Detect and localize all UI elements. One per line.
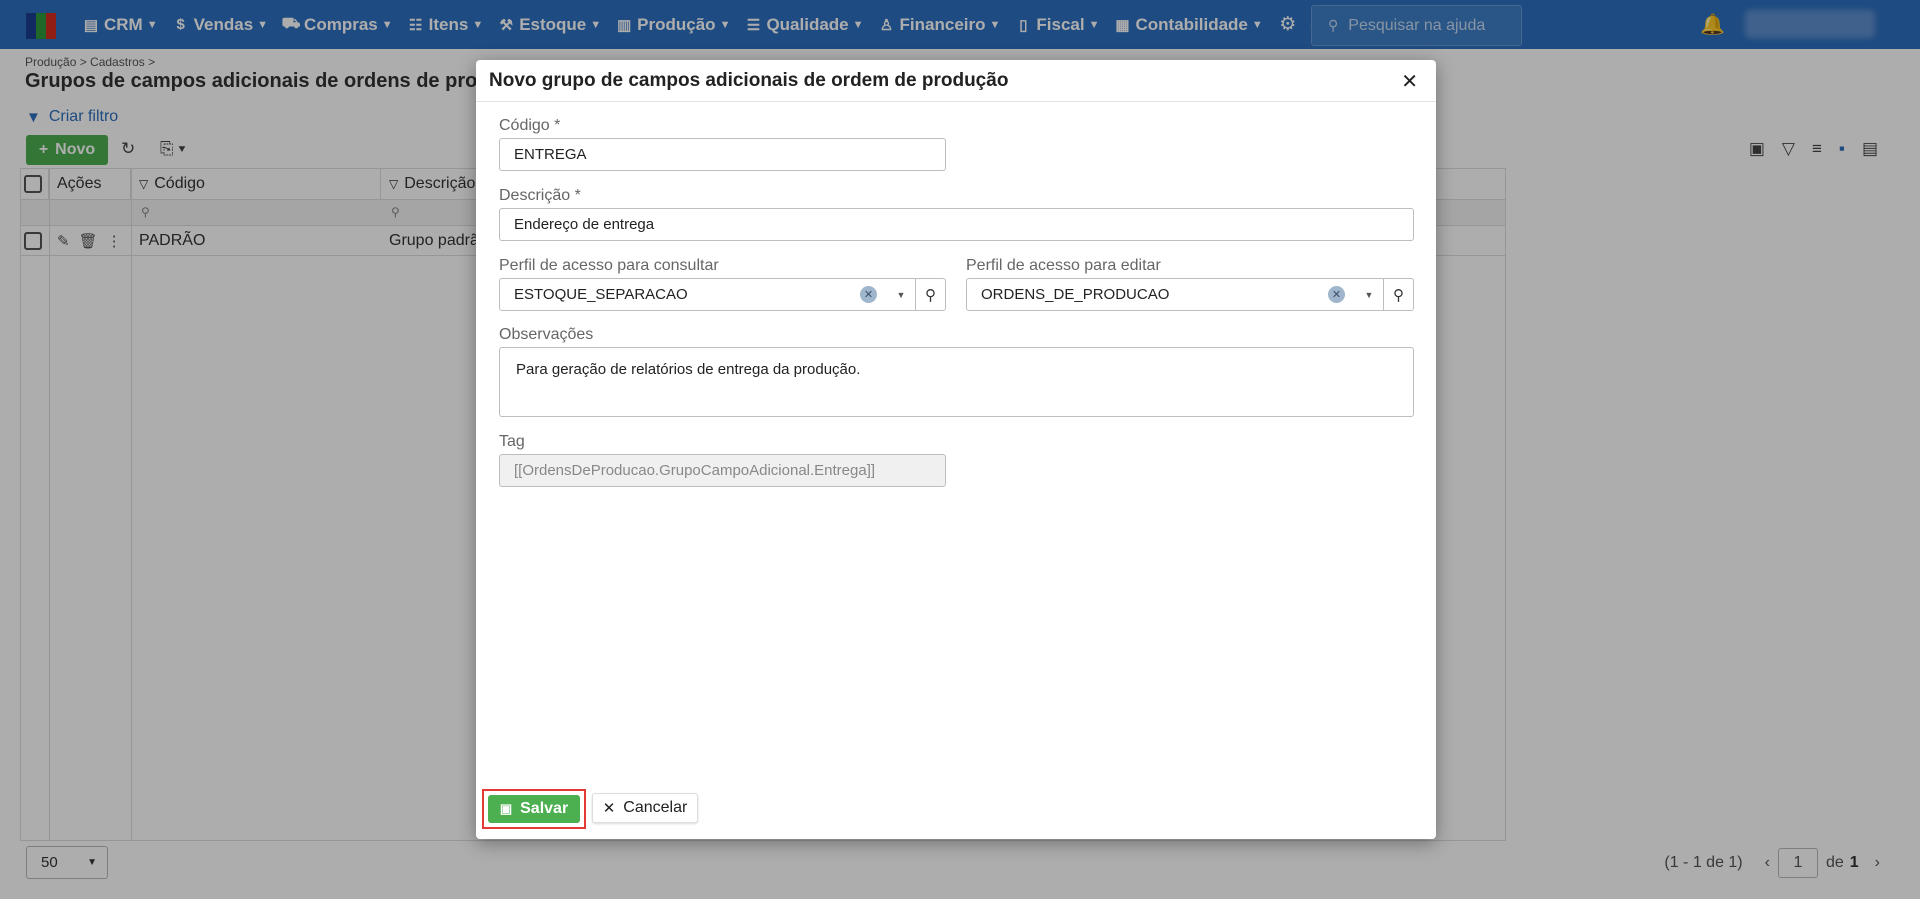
close-icon: ✕ — [602, 800, 616, 817]
cancel-button[interactable]: ✕ Cancelar — [592, 793, 698, 823]
perfil-editar-value: ORDENS_DE_PRODUCAO — [981, 286, 1170, 303]
observacoes-textarea[interactable]: Para geração de relatórios de entrega da… — [499, 347, 1414, 417]
codigo-label: Código * — [499, 117, 561, 134]
save-button[interactable]: ▣ Salvar — [488, 795, 580, 823]
chevron-down-icon[interactable]: ▼ — [887, 279, 915, 310]
clear-icon[interactable]: ✕ — [1328, 286, 1345, 303]
descricao-field[interactable]: Endereço de entrega — [499, 208, 1414, 241]
floppy-disk-icon: ▣ — [499, 801, 513, 816]
perfil-editar-lookup[interactable]: ORDENS_DE_PRODUCAO ✕ ▼ ⚲ — [966, 278, 1414, 311]
perfil-editar-label: Perfil de acesso para editar — [966, 257, 1161, 274]
close-icon[interactable]: ✕ — [1401, 69, 1418, 94]
search-icon[interactable]: ⚲ — [1383, 279, 1413, 310]
codigo-field[interactable]: ENTREGA — [499, 138, 946, 171]
save-button-highlight: ▣ Salvar — [482, 789, 586, 829]
clear-icon[interactable]: ✕ — [860, 286, 877, 303]
perfil-consultar-lookup[interactable]: ESTOQUE_SEPARACAO ✕ ▼ ⚲ — [499, 278, 946, 311]
descricao-label: Descrição * — [499, 187, 581, 204]
dialog-title: Novo grupo de campos adicionais de ordem… — [489, 70, 1009, 91]
dialog-header: Novo grupo de campos adicionais de ordem… — [476, 60, 1436, 102]
search-icon[interactable]: ⚲ — [915, 279, 945, 310]
observacoes-label: Observações — [499, 326, 594, 343]
perfil-consultar-value: ESTOQUE_SEPARACAO — [514, 286, 688, 303]
perfil-consultar-label: Perfil de acesso para consultar — [499, 257, 719, 274]
new-group-dialog: Novo grupo de campos adicionais de ordem… — [476, 60, 1436, 839]
tag-label: Tag — [499, 433, 525, 450]
tag-field: [[OrdensDeProducao.GrupoCampoAdicional.E… — [499, 454, 946, 487]
chevron-down-icon[interactable]: ▼ — [1355, 279, 1383, 310]
